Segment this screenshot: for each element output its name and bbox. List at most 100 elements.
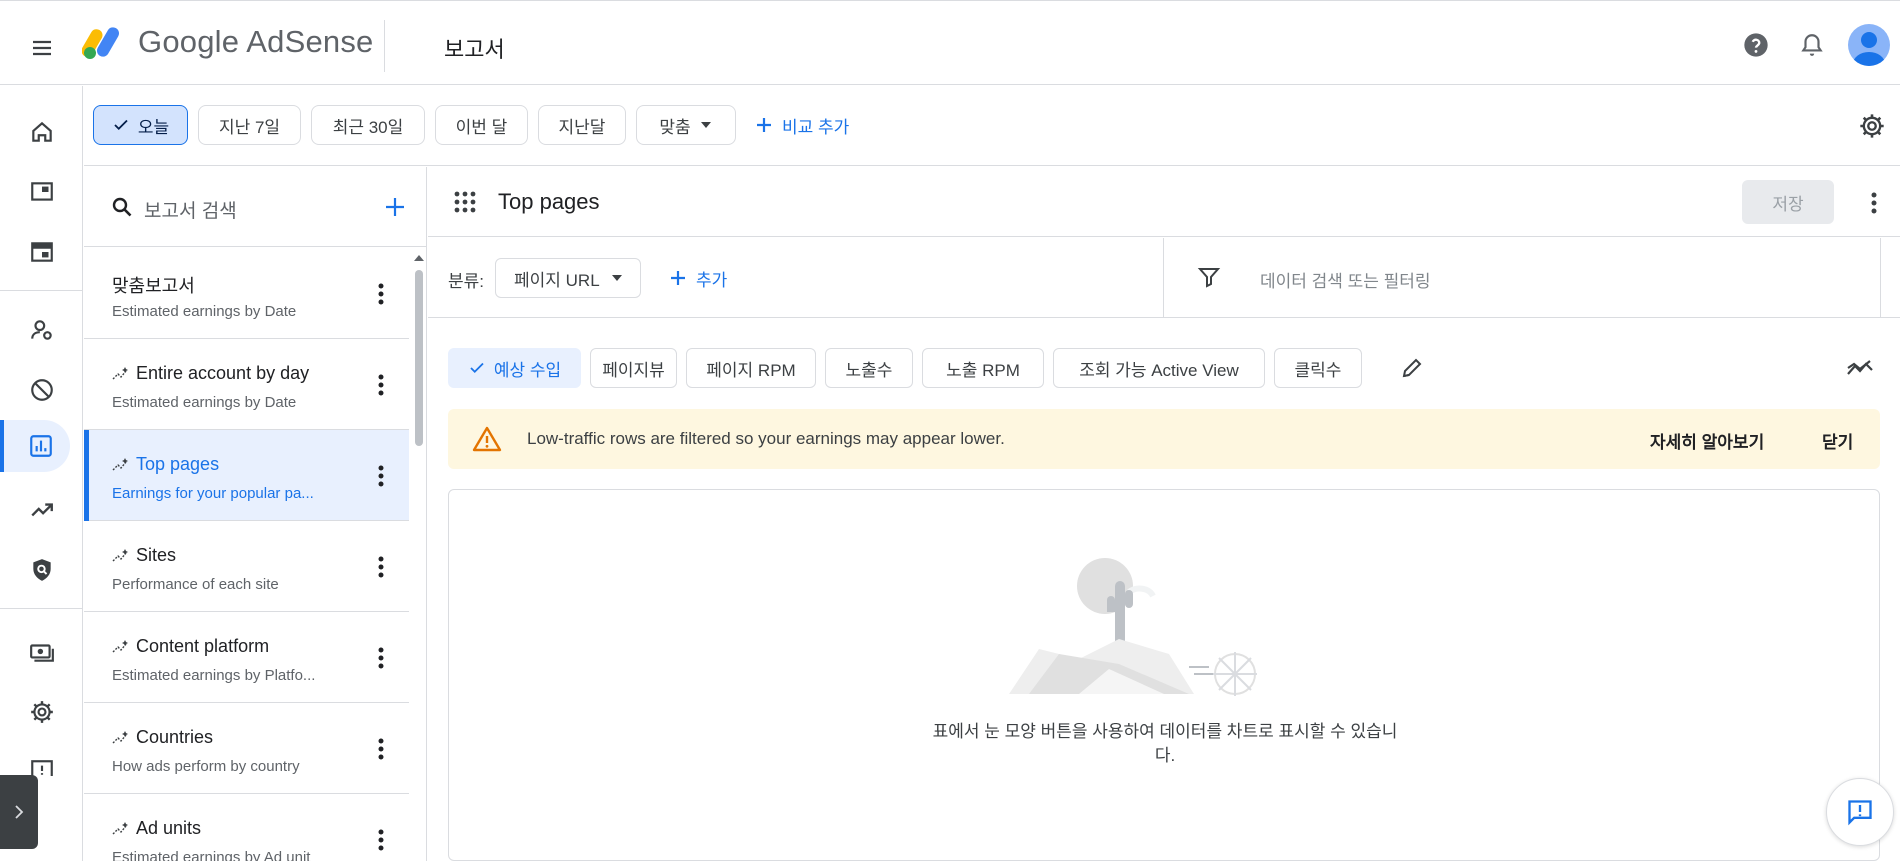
nav-payments[interactable] [16, 626, 68, 678]
report-item-entire-account[interactable]: Entire account by day Estimated earnings… [84, 339, 409, 430]
report-item-sites[interactable]: Sites Performance of each site [84, 521, 409, 612]
report-settings-button[interactable] [1856, 110, 1888, 142]
date-chip-custom[interactable]: 맞춤 [636, 105, 736, 145]
hamburger-icon [33, 40, 51, 56]
metric-chip-label: 조회 가능 Active View [1079, 360, 1239, 380]
new-report-button[interactable] [379, 191, 411, 223]
add-comparison-button[interactable]: 비교 추가 [754, 105, 849, 145]
metric-chip-clicks[interactable]: 클릭수 [1274, 348, 1362, 388]
date-chip-label: 지난달 [558, 117, 606, 137]
check-icon [470, 362, 484, 374]
rail-divider-2 [0, 608, 83, 609]
metric-chip-impressions[interactable]: 노출수 [825, 348, 913, 388]
auto-report-icon [112, 639, 128, 652]
notifications-button[interactable] [1792, 25, 1832, 65]
scrollbar-thumb[interactable] [415, 270, 423, 446]
report-title: Top pages [498, 189, 600, 214]
report-list-scrollbar[interactable] [411, 252, 426, 861]
feedback-icon [1848, 800, 1872, 826]
report-search-input[interactable]: 보고서 검색 [144, 196, 237, 223]
filter-divider-right [1880, 238, 1881, 318]
report-item-top-pages[interactable]: Top pages Earnings for your popular pa..… [84, 430, 409, 521]
date-chip-last-30-days[interactable]: 최근 30일 [311, 105, 425, 145]
more-options-button[interactable] [367, 460, 395, 492]
feedback-button[interactable] [1826, 778, 1894, 846]
nav-settings[interactable] [16, 686, 68, 738]
report-item-subtitle: Estimated earnings by Date [112, 394, 297, 411]
date-chip-last-month[interactable]: 지난달 [538, 105, 626, 145]
metric-chip-pageviews[interactable]: 페이지뷰 [590, 348, 677, 388]
more-options-button[interactable] [367, 551, 395, 583]
nav-feedback[interactable] [16, 746, 68, 776]
account-avatar[interactable] [1848, 24, 1890, 66]
breakdown-dropdown[interactable]: 페이지 URL [495, 258, 641, 298]
chart-toggle-icon[interactable] [1846, 356, 1874, 380]
more-vert-icon [378, 283, 384, 305]
dropdown-arrow-icon [700, 122, 711, 128]
metric-chip-estimated-earnings[interactable]: 예상 수입 [448, 348, 581, 388]
warning-icon [472, 426, 502, 452]
filter-divider [1163, 238, 1164, 318]
report-item-content-platform[interactable]: Content platform Estimated earnings by P… [84, 612, 409, 703]
report-item-custom[interactable]: 맞춤보고서 Estimated earnings by Date [84, 248, 409, 339]
report-item-title-text: Sites [136, 545, 177, 565]
more-vert-icon [378, 556, 384, 578]
check-icon [114, 119, 128, 131]
metric-chip-label: 노출수 [845, 360, 893, 380]
nav-reports[interactable] [0, 420, 70, 472]
add-breakdown-button[interactable]: 추가 [668, 258, 727, 298]
date-chip-last-7-days[interactable]: 지난 7일 [198, 105, 301, 145]
gear-icon [31, 701, 53, 723]
dropdown-arrow-icon [611, 275, 622, 281]
metric-chip-active-view[interactable]: 조회 가능 Active View [1053, 348, 1265, 388]
nav-policy-center[interactable] [16, 544, 68, 596]
nav-sites[interactable] [16, 166, 68, 218]
report-item-ad-units[interactable]: Ad units Estimated earnings by Ad unit [84, 794, 409, 861]
home-icon [32, 121, 52, 142]
report-item-title-text: Content platform [136, 636, 270, 656]
more-options-button[interactable] [367, 278, 395, 310]
report-more-options-button[interactable] [1860, 187, 1888, 219]
auto-report-icon [112, 366, 128, 379]
nav-ads[interactable] [16, 226, 68, 278]
date-chip-this-month[interactable]: 이번 달 [435, 105, 528, 145]
more-options-button[interactable] [367, 369, 395, 401]
more-options-button[interactable] [367, 824, 395, 856]
save-button[interactable]: 저장 [1742, 180, 1834, 224]
nav-home[interactable] [16, 106, 68, 158]
data-filter-input[interactable]: 데이터 검색 또는 필터링 [1260, 267, 1431, 292]
learn-more-link[interactable]: 자세히 알아보기 [1650, 428, 1764, 453]
breakdown-label: 분류: [448, 272, 485, 291]
report-item-countries[interactable]: Countries How ads perform by country [84, 703, 409, 794]
nav-privacy-messaging[interactable] [16, 304, 68, 356]
more-options-button[interactable] [367, 733, 395, 765]
date-chip-today[interactable]: 오늘 [93, 105, 188, 145]
low-traffic-banner: Low-traffic rows are filtered so your ea… [448, 409, 1880, 469]
auto-report-icon [112, 821, 128, 834]
adsense-logo[interactable]: Google AdSense [82, 24, 373, 60]
nav-optimization[interactable] [16, 484, 68, 536]
auto-report-icon [112, 730, 128, 743]
payments-icon [30, 644, 54, 662]
more-options-button[interactable] [367, 642, 395, 674]
nav-blocking-controls[interactable] [16, 364, 68, 416]
more-vert-icon [1871, 192, 1877, 214]
dismiss-banner-button[interactable]: 닫기 [1822, 428, 1853, 453]
edit-metrics-icon[interactable] [1400, 356, 1424, 380]
person-settings-icon [31, 320, 52, 340]
report-item-subtitle: Earnings for your popular pa... [112, 485, 314, 502]
metric-chips: 예상 수입 페이지뷰 페이지 RPM 노출수 노출 RPM 조회 가능 Acti… [428, 318, 1900, 408]
apps-grid-icon[interactable] [454, 191, 476, 213]
report-item-subtitle: Estimated earnings by Ad unit [112, 849, 311, 861]
date-chip-label: 오늘 [137, 117, 170, 137]
report-item-title: Content platform [112, 636, 269, 657]
main-menu-button[interactable] [26, 32, 58, 64]
report-item-title: Countries [112, 727, 213, 748]
expand-rail-button[interactable] [0, 775, 38, 849]
metric-chip-impression-rpm[interactable]: 노출 RPM [922, 348, 1044, 388]
report-item-title: Ad units [112, 818, 201, 839]
metric-chip-page-rpm[interactable]: 페이지 RPM [686, 348, 816, 388]
more-vert-icon [378, 374, 384, 396]
plus-icon [757, 118, 771, 132]
help-button[interactable] [1736, 25, 1776, 65]
